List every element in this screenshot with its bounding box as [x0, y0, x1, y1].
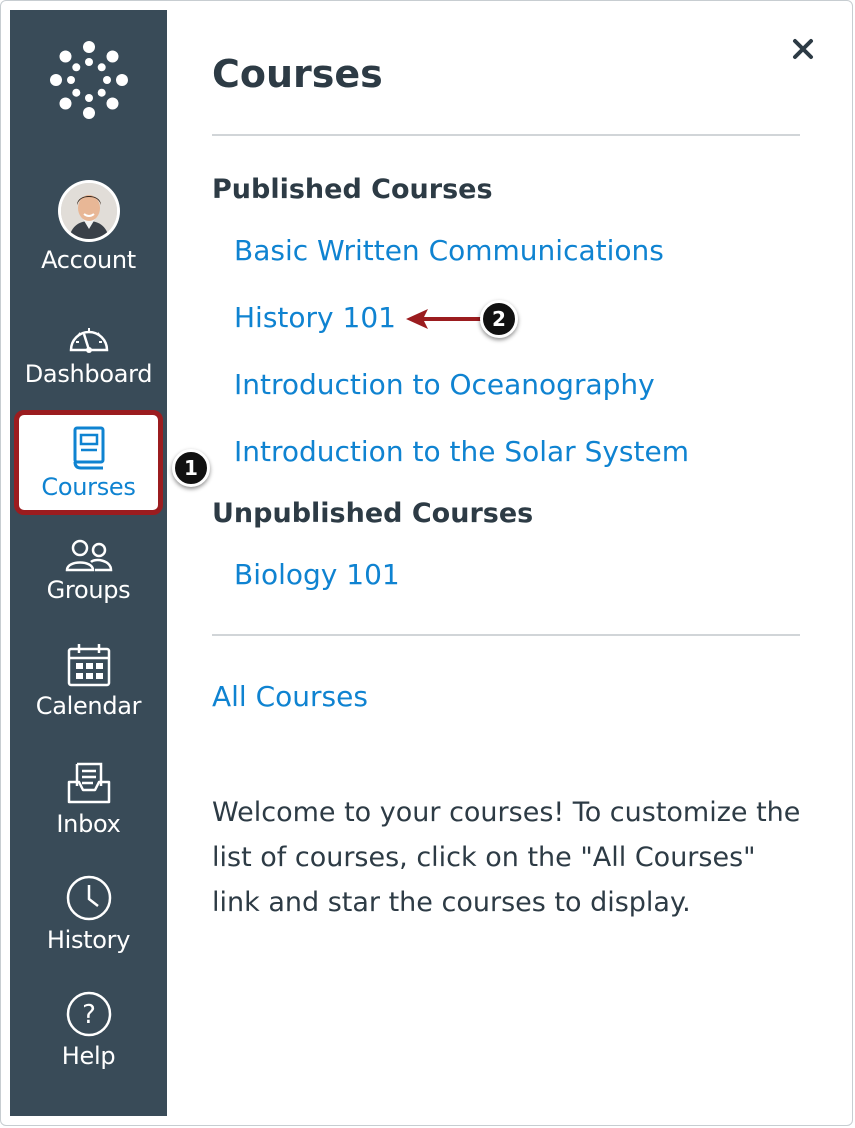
clock-icon [66, 875, 111, 921]
nav-label-help: Help [61, 1042, 116, 1070]
divider-bottom [212, 634, 800, 636]
course-link-biology-101[interactable]: Biology 101 [234, 558, 400, 591]
canvas-logo-icon[interactable] [49, 40, 129, 120]
inbox-icon [67, 762, 110, 804]
nav-item-courses[interactable]: Courses [14, 410, 163, 515]
nav-item-dashboard[interactable]: Dashboard [10, 320, 167, 388]
course-link-history-101[interactable]: History 101 [234, 301, 396, 334]
nav-label-inbox: Inbox [56, 810, 121, 838]
unpublished-courses-heading: Unpublished Courses [212, 498, 534, 529]
callout-badge-2: 2 [480, 300, 518, 338]
book-icon [73, 426, 104, 470]
nav-label-history: History [46, 926, 131, 954]
question-icon: ? [66, 991, 111, 1037]
divider-top [212, 134, 800, 136]
nav-item-groups[interactable]: Groups [10, 538, 167, 604]
welcome-text: Welcome to your courses! To customize th… [212, 797, 801, 918]
nav-item-history[interactable]: History [10, 874, 167, 954]
all-courses-link[interactable]: All Courses [212, 680, 368, 713]
avatar [57, 180, 120, 242]
tray-title: Courses [212, 52, 383, 96]
groups-icon [65, 539, 112, 572]
calendar-icon [67, 644, 110, 687]
global-navigation: Account Dashboard Courses Groups Calenda… [10, 10, 167, 1116]
nav-label-groups: Groups [46, 576, 131, 604]
dashboard-icon [69, 328, 108, 353]
nav-label-courses: Courses [41, 473, 136, 501]
callout-arrow-icon [406, 309, 482, 329]
course-link-introduction-to-the-solar-system[interactable]: Introduction to the Solar System [234, 435, 689, 468]
nav-item-inbox[interactable]: Inbox [10, 760, 167, 838]
user-photo-icon [60, 183, 117, 239]
nav-label-account: Account [41, 246, 136, 274]
course-link-introduction-to-oceanography[interactable]: Introduction to Oceanography [234, 368, 655, 401]
callout-badge-1: 1 [172, 449, 210, 487]
nav-item-help[interactable]: ? Help [10, 990, 167, 1070]
nav-item-calendar[interactable]: Calendar [10, 642, 167, 720]
nav-label-dashboard: Dashboard [24, 360, 153, 388]
svg-text:?: ? [82, 1000, 96, 1030]
published-courses-heading: Published Courses [212, 174, 493, 205]
close-icon[interactable] [790, 36, 816, 62]
nav-label-calendar: Calendar [35, 692, 142, 720]
course-link-basic-written-communications[interactable]: Basic Written Communications [234, 234, 664, 267]
nav-item-account[interactable]: Account [10, 180, 167, 274]
